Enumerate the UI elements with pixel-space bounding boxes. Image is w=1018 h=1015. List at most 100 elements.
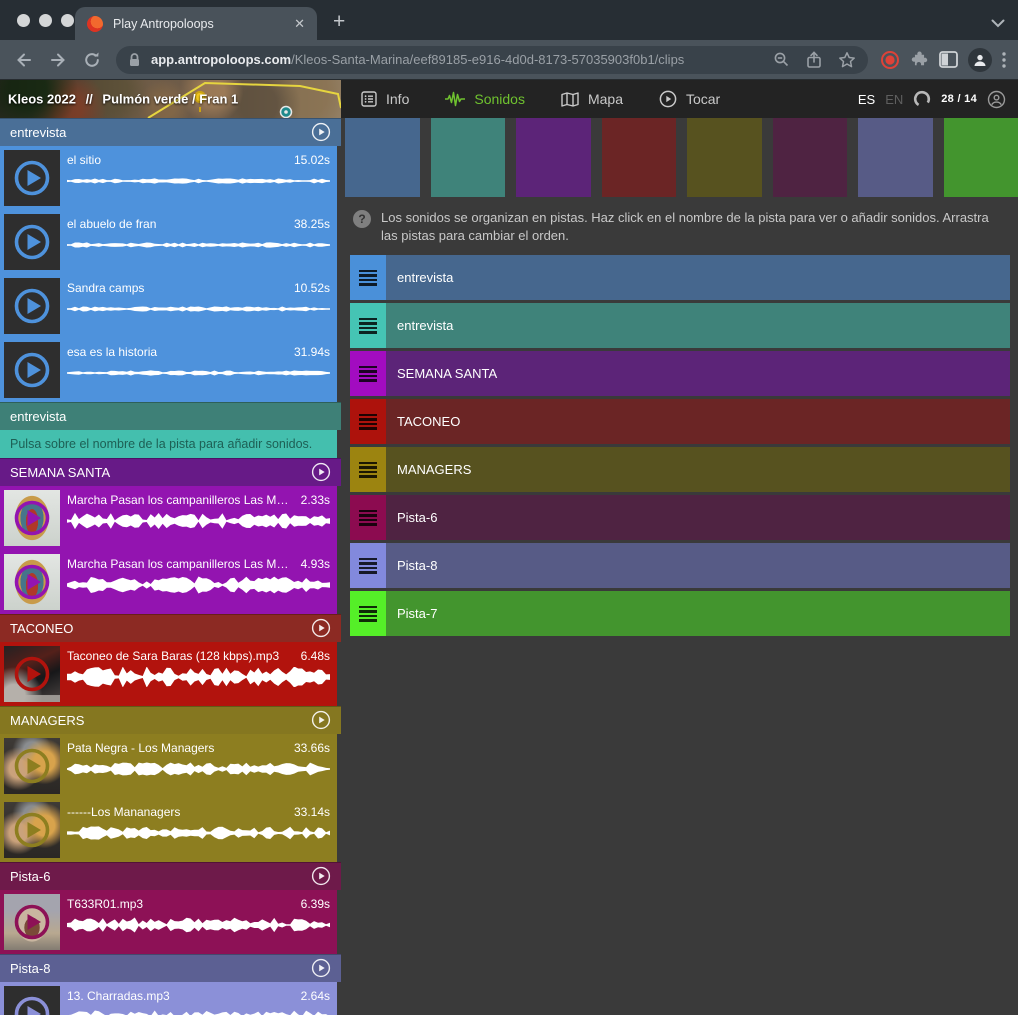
track-row[interactable]: Pista-6: [350, 495, 1010, 540]
clip-item[interactable]: Sandra camps10.52s: [0, 274, 337, 338]
play-track-icon[interactable]: [311, 618, 331, 638]
track-header[interactable]: TACONEO: [0, 614, 341, 642]
clip-item[interactable]: el abuelo de fran38.25s: [0, 210, 337, 274]
browser-menu-icon[interactable]: [1002, 52, 1006, 68]
clip-thumbnail[interactable]: [4, 214, 60, 270]
play-clip-icon[interactable]: [13, 995, 51, 1015]
play-clip-icon[interactable]: [13, 351, 51, 389]
close-window-button[interactable]: [17, 14, 30, 27]
track-drag-handle[interactable]: [350, 591, 386, 636]
track-header[interactable]: entrevista: [0, 118, 341, 146]
tab-search-chevron-icon[interactable]: [991, 15, 1005, 33]
clip-thumbnail[interactable]: [4, 150, 60, 206]
play-clip-icon[interactable]: [13, 811, 51, 849]
clip-item[interactable]: Marcha Pasan los campanilleros Las Mejor…: [0, 486, 337, 550]
track-drag-handle[interactable]: [350, 543, 386, 588]
clip-thumbnail[interactable]: [4, 986, 60, 1015]
clip-thumbnail[interactable]: [4, 342, 60, 398]
clip-thumbnail[interactable]: [4, 490, 60, 546]
maximize-window-button[interactable]: [61, 14, 74, 27]
bookmark-star-icon[interactable]: [838, 51, 856, 69]
track-row[interactable]: SEMANA SANTA: [350, 351, 1010, 396]
play-clip-icon[interactable]: [13, 223, 51, 261]
clip-thumbnail[interactable]: [4, 738, 60, 794]
track-row-body[interactable]: TACONEO: [386, 399, 1010, 444]
nav-tab-tocar[interactable]: Tocar: [659, 90, 720, 108]
language-en-button[interactable]: EN: [885, 92, 903, 107]
clip-item[interactable]: 13. Charradas.mp32.64s: [0, 982, 337, 1015]
nav-tab-mapa[interactable]: Mapa: [561, 91, 623, 107]
play-track-button[interactable]: [311, 710, 331, 730]
play-track-icon[interactable]: [311, 958, 331, 978]
clip-item[interactable]: el sitio15.02s: [0, 146, 337, 210]
play-track-button[interactable]: [311, 866, 331, 886]
play-track-button[interactable]: [311, 618, 331, 638]
track-row-body[interactable]: entrevista: [386, 255, 1010, 300]
tab-close-icon[interactable]: ✕: [294, 17, 305, 30]
url-bar[interactable]: app.antropoloops.com/Kleos-Santa-Marina/…: [116, 46, 868, 74]
language-es-button[interactable]: ES: [858, 92, 875, 107]
track-header[interactable]: entrevista: [0, 402, 341, 430]
clip-thumbnail[interactable]: [4, 894, 60, 950]
clip-item[interactable]: Taconeo de Sara Baras (128 kbps).mp36.48…: [0, 642, 337, 706]
track-row-body[interactable]: MANAGERS: [386, 447, 1010, 492]
play-track-icon[interactable]: [311, 710, 331, 730]
browser-profile-avatar[interactable]: [968, 48, 992, 72]
play-clip-icon[interactable]: [13, 903, 51, 941]
track-row-body[interactable]: Pista-6: [386, 495, 1010, 540]
play-clip-icon[interactable]: [13, 159, 51, 197]
reload-button[interactable]: [76, 44, 108, 76]
play-track-button[interactable]: [311, 958, 331, 978]
track-header[interactable]: MANAGERS: [0, 706, 341, 734]
back-button[interactable]: [8, 44, 40, 76]
track-drag-handle[interactable]: [350, 495, 386, 540]
track-row-body[interactable]: Pista-8: [386, 543, 1010, 588]
clip-item[interactable]: ------Los Mananagers33.14s: [0, 798, 337, 862]
clip-thumbnail[interactable]: [4, 802, 60, 858]
clip-thumbnail[interactable]: [4, 646, 60, 702]
clip-item[interactable]: Marcha Pasan los campanilleros Las Mejor…: [0, 550, 337, 614]
clip-item[interactable]: Pata Negra - Los Managers33.66s: [0, 734, 337, 798]
track-header[interactable]: Pista-6: [0, 862, 341, 890]
track-drag-handle[interactable]: [350, 351, 386, 396]
play-track-icon[interactable]: [311, 122, 331, 142]
forward-button[interactable]: [42, 44, 74, 76]
clip-thumbnail[interactable]: [4, 278, 60, 334]
track-row-body[interactable]: entrevista: [386, 303, 1010, 348]
play-clip-icon[interactable]: [13, 563, 51, 601]
breadcrumb-project[interactable]: Kleos 2022: [8, 92, 76, 107]
track-drag-handle[interactable]: [350, 255, 386, 300]
screen-record-extension-icon[interactable]: [880, 50, 900, 70]
extensions-puzzle-icon[interactable]: [910, 50, 929, 69]
play-clip-icon[interactable]: [13, 655, 51, 693]
track-drag-handle[interactable]: [350, 303, 386, 348]
play-track-button[interactable]: [311, 122, 331, 142]
account-icon[interactable]: [987, 90, 1006, 109]
clip-item[interactable]: esa es la historia31.94s: [0, 338, 337, 402]
play-clip-icon[interactable]: [13, 747, 51, 785]
new-tab-button[interactable]: +: [333, 12, 345, 32]
track-header[interactable]: SEMANA SANTA: [0, 458, 341, 486]
minimize-window-button[interactable]: [39, 14, 52, 27]
track-row[interactable]: Pista-7: [350, 591, 1010, 636]
nav-tab-info[interactable]: Info: [361, 91, 409, 107]
track-row[interactable]: entrevista: [350, 303, 1010, 348]
zoom-icon[interactable]: [773, 51, 790, 68]
track-header[interactable]: Pista-8: [0, 954, 341, 982]
play-track-icon[interactable]: [311, 866, 331, 886]
track-drag-handle[interactable]: [350, 447, 386, 492]
play-track-button[interactable]: [311, 462, 331, 482]
track-row-body[interactable]: Pista-7: [386, 591, 1010, 636]
play-clip-icon[interactable]: [13, 499, 51, 537]
clip-thumbnail[interactable]: [4, 554, 60, 610]
track-row[interactable]: MANAGERS: [350, 447, 1010, 492]
clip-item[interactable]: T633R01.mp36.39s: [0, 890, 337, 954]
browser-tab[interactable]: Play Antropoloops ✕: [75, 7, 317, 40]
nav-tab-sonidos[interactable]: Sonidos: [445, 91, 525, 107]
play-clip-icon[interactable]: [13, 287, 51, 325]
track-row[interactable]: Pista-8: [350, 543, 1010, 588]
track-row-body[interactable]: SEMANA SANTA: [386, 351, 1010, 396]
share-icon[interactable]: [806, 51, 822, 69]
play-track-icon[interactable]: [311, 462, 331, 482]
side-panel-icon[interactable]: [939, 51, 958, 68]
